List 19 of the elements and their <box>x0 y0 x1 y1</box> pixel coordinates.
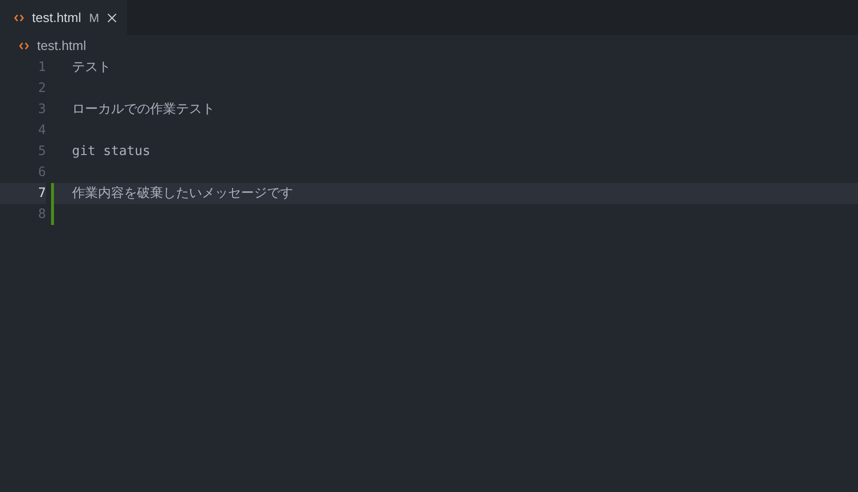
line-number: 7 <box>37 184 46 203</box>
code-line: git status <box>72 142 150 161</box>
code-line: 作業内容を破棄したいメッセージです <box>72 184 293 203</box>
code-line: ローカルでの作業テスト <box>72 100 215 119</box>
breadcrumb[interactable]: test.html <box>37 36 86 56</box>
line-number: 2 <box>37 80 46 98</box>
line-number: 6 <box>37 164 46 182</box>
line-number: 1 <box>37 58 46 77</box>
line-number: 3 <box>37 100 46 119</box>
tab-label: test.html <box>32 8 82 27</box>
code-icon <box>19 42 29 50</box>
line-number: 8 <box>37 206 46 224</box>
line-number: 5 <box>37 142 46 161</box>
modified-indicator: M <box>89 10 100 26</box>
editor-tab[interactable]: test.html M <box>0 0 128 35</box>
code-line: テスト <box>72 58 111 77</box>
close-icon[interactable] <box>107 12 118 22</box>
line-number: 4 <box>37 122 46 140</box>
code-icon <box>14 14 24 22</box>
